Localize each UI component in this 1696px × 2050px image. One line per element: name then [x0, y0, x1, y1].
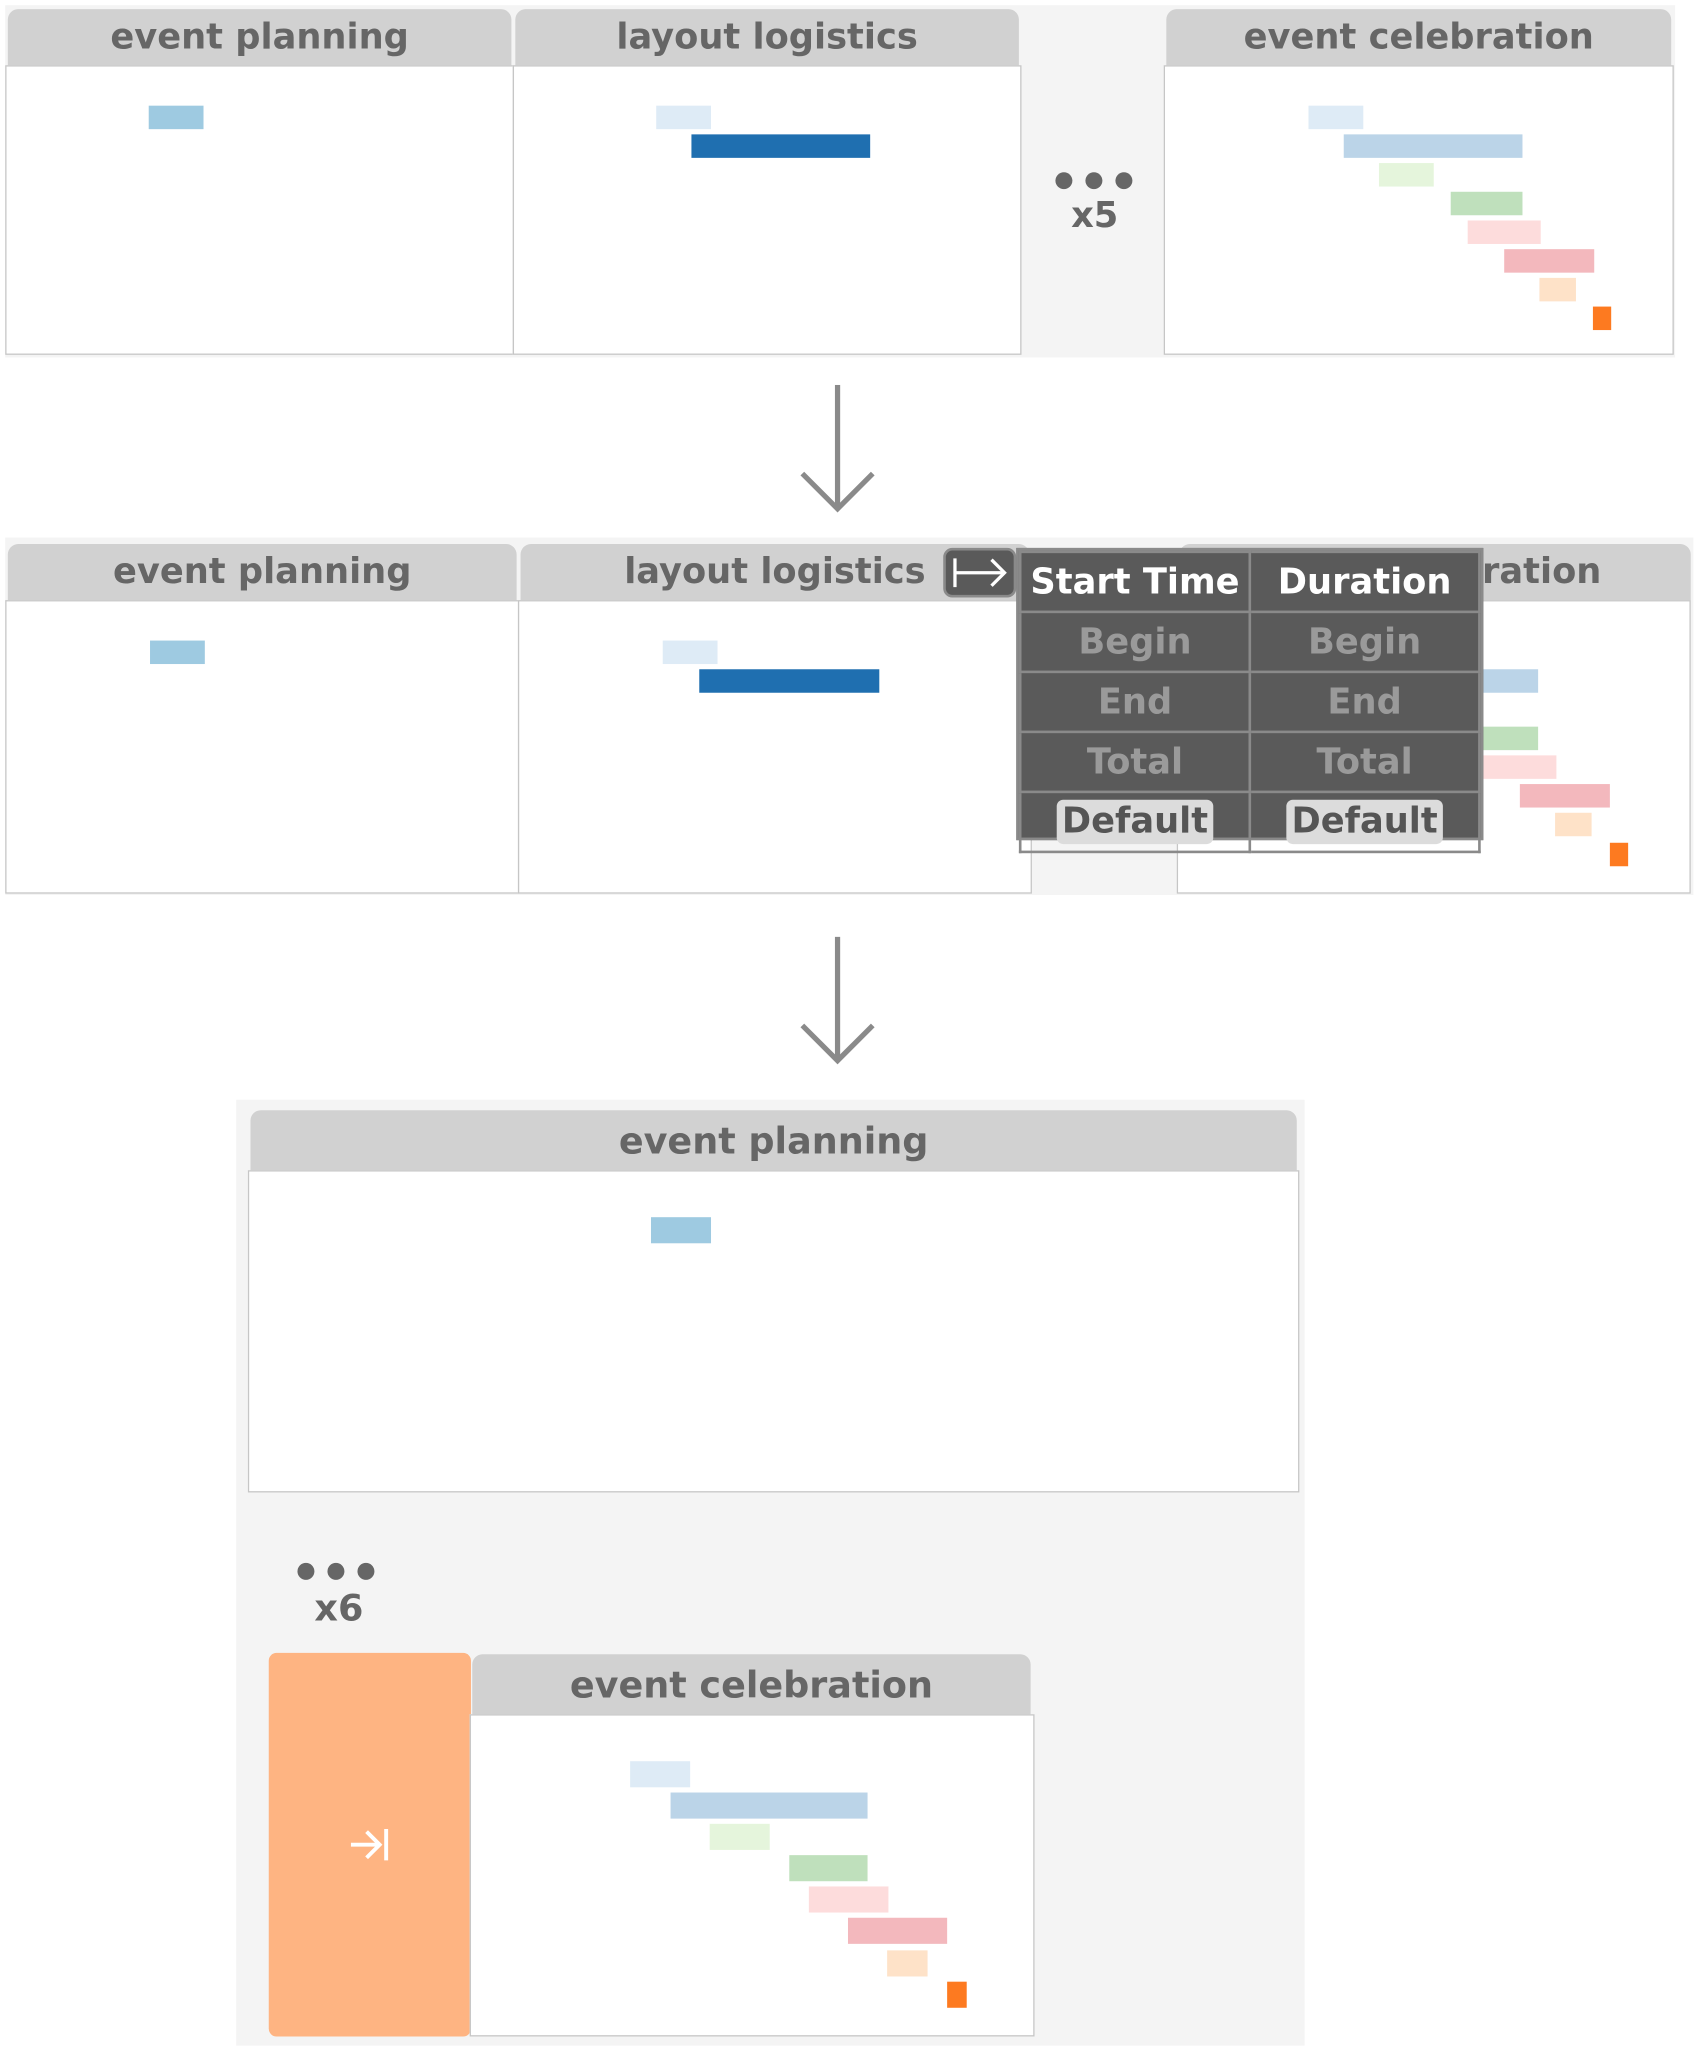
panel-header-layout-logistics[interactable]: layout logistics: [515, 9, 1019, 67]
collapsed-count: x5: [1071, 195, 1119, 237]
gantt-bar: [1504, 249, 1595, 273]
panel-title: event celebration: [1243, 16, 1594, 58]
gantt-bar: [789, 1855, 868, 1882]
gantt-bar: [1609, 842, 1629, 867]
gantt-bar: [1592, 306, 1612, 331]
gantt-bar: [148, 105, 204, 130]
menu-item-start-total[interactable]: Total: [1018, 730, 1252, 794]
panel-event-planning: [5, 65, 515, 355]
arrow-right-from-bar-icon: [953, 558, 1007, 588]
menu-cell-start-default: Default: [1018, 790, 1252, 854]
panel-header-event-celebration[interactable]: event celebration: [472, 1654, 1031, 1716]
gantt-bar: [656, 105, 712, 130]
gantt-bar: [1378, 163, 1434, 187]
sort-menu: Start Time Duration Begin Begin End End …: [1016, 547, 1484, 854]
gantt-bar: [670, 1792, 868, 1819]
gantt-bar: [1467, 220, 1541, 244]
gantt-bar: [1483, 755, 1557, 779]
menu-cell-duration-default: Default: [1248, 790, 1481, 854]
panel-event-planning: [247, 1170, 1300, 1493]
gantt-bar: [808, 1886, 889, 1913]
panel-header-event-planning[interactable]: event planning: [250, 1110, 1297, 1172]
gantt-bar: [1555, 812, 1592, 837]
gantt-bar: [150, 640, 205, 665]
gantt-bar: [699, 669, 880, 693]
collapse-panel-button[interactable]: [268, 1652, 471, 2037]
panel-title: event planning: [110, 16, 409, 58]
panel-title-clipped: ration: [1482, 551, 1602, 593]
panel-layout-logistics: [517, 600, 1032, 894]
collapsed-count: x6: [314, 1586, 364, 1630]
panel-title: layout logistics: [624, 551, 926, 593]
gantt-bar: [1450, 191, 1523, 216]
menu-item-start-default[interactable]: Default: [1056, 799, 1214, 845]
gantt-bar: [1539, 277, 1576, 302]
arrow-right-to-bar-icon: [350, 1829, 388, 1861]
panel-header-event-celebration[interactable]: event celebration: [1166, 9, 1672, 67]
arrow-down-icon: [800, 384, 875, 513]
gantt-bar: [887, 1950, 928, 1977]
menu-item-duration-default[interactable]: Default: [1286, 799, 1443, 845]
collapsed-panels-row3[interactable]: x6: [287, 1552, 404, 1643]
panel-event-celebration: [469, 1714, 1035, 2037]
gantt-bar: [650, 1217, 712, 1244]
gantt-bar: [630, 1761, 691, 1788]
menu-item-duration-begin[interactable]: Begin: [1248, 610, 1481, 674]
panel-header-event-planning[interactable]: event planning: [7, 9, 512, 67]
panel-event-planning: [5, 600, 520, 894]
sort-expand-button[interactable]: [943, 547, 1017, 598]
gantt-bar: [1519, 784, 1610, 808]
menu-column-duration: Duration: [1248, 550, 1481, 614]
sort-menu-table: Start Time Duration Begin Begin End End …: [1018, 550, 1481, 854]
collapsed-panels-row1[interactable]: x5: [1024, 9, 1162, 356]
gantt-bar: [1308, 105, 1364, 130]
arrow-down-icon: [800, 936, 875, 1065]
menu-item-start-end[interactable]: End: [1018, 670, 1252, 734]
gantt-bar: [847, 1917, 948, 1944]
gantt-bar: [947, 1981, 967, 2008]
gantt-bar: [691, 134, 871, 158]
gantt-bar: [1343, 134, 1523, 158]
panel-title: event planning: [618, 1119, 929, 1163]
panel-title: layout logistics: [616, 16, 918, 58]
menu-item-duration-total[interactable]: Total: [1248, 730, 1481, 794]
panel-title: event celebration: [569, 1663, 934, 1707]
ellipsis-icon: [1055, 172, 1133, 190]
panel-header-event-planning[interactable]: event planning: [7, 544, 517, 602]
panel-title: event planning: [112, 551, 412, 593]
gantt-bar: [709, 1823, 770, 1850]
panel-layout-logistics: [512, 65, 1022, 355]
ellipsis-icon: [297, 1562, 375, 1580]
diagram: event planning layout logistics x5 event…: [0, 0, 1696, 2046]
menu-item-start-begin[interactable]: Begin: [1018, 610, 1252, 674]
gantt-bar: [662, 640, 718, 665]
panel-event-celebration: [1163, 65, 1674, 355]
menu-item-duration-end[interactable]: End: [1248, 670, 1481, 734]
menu-column-start-time: Start Time: [1018, 550, 1252, 614]
